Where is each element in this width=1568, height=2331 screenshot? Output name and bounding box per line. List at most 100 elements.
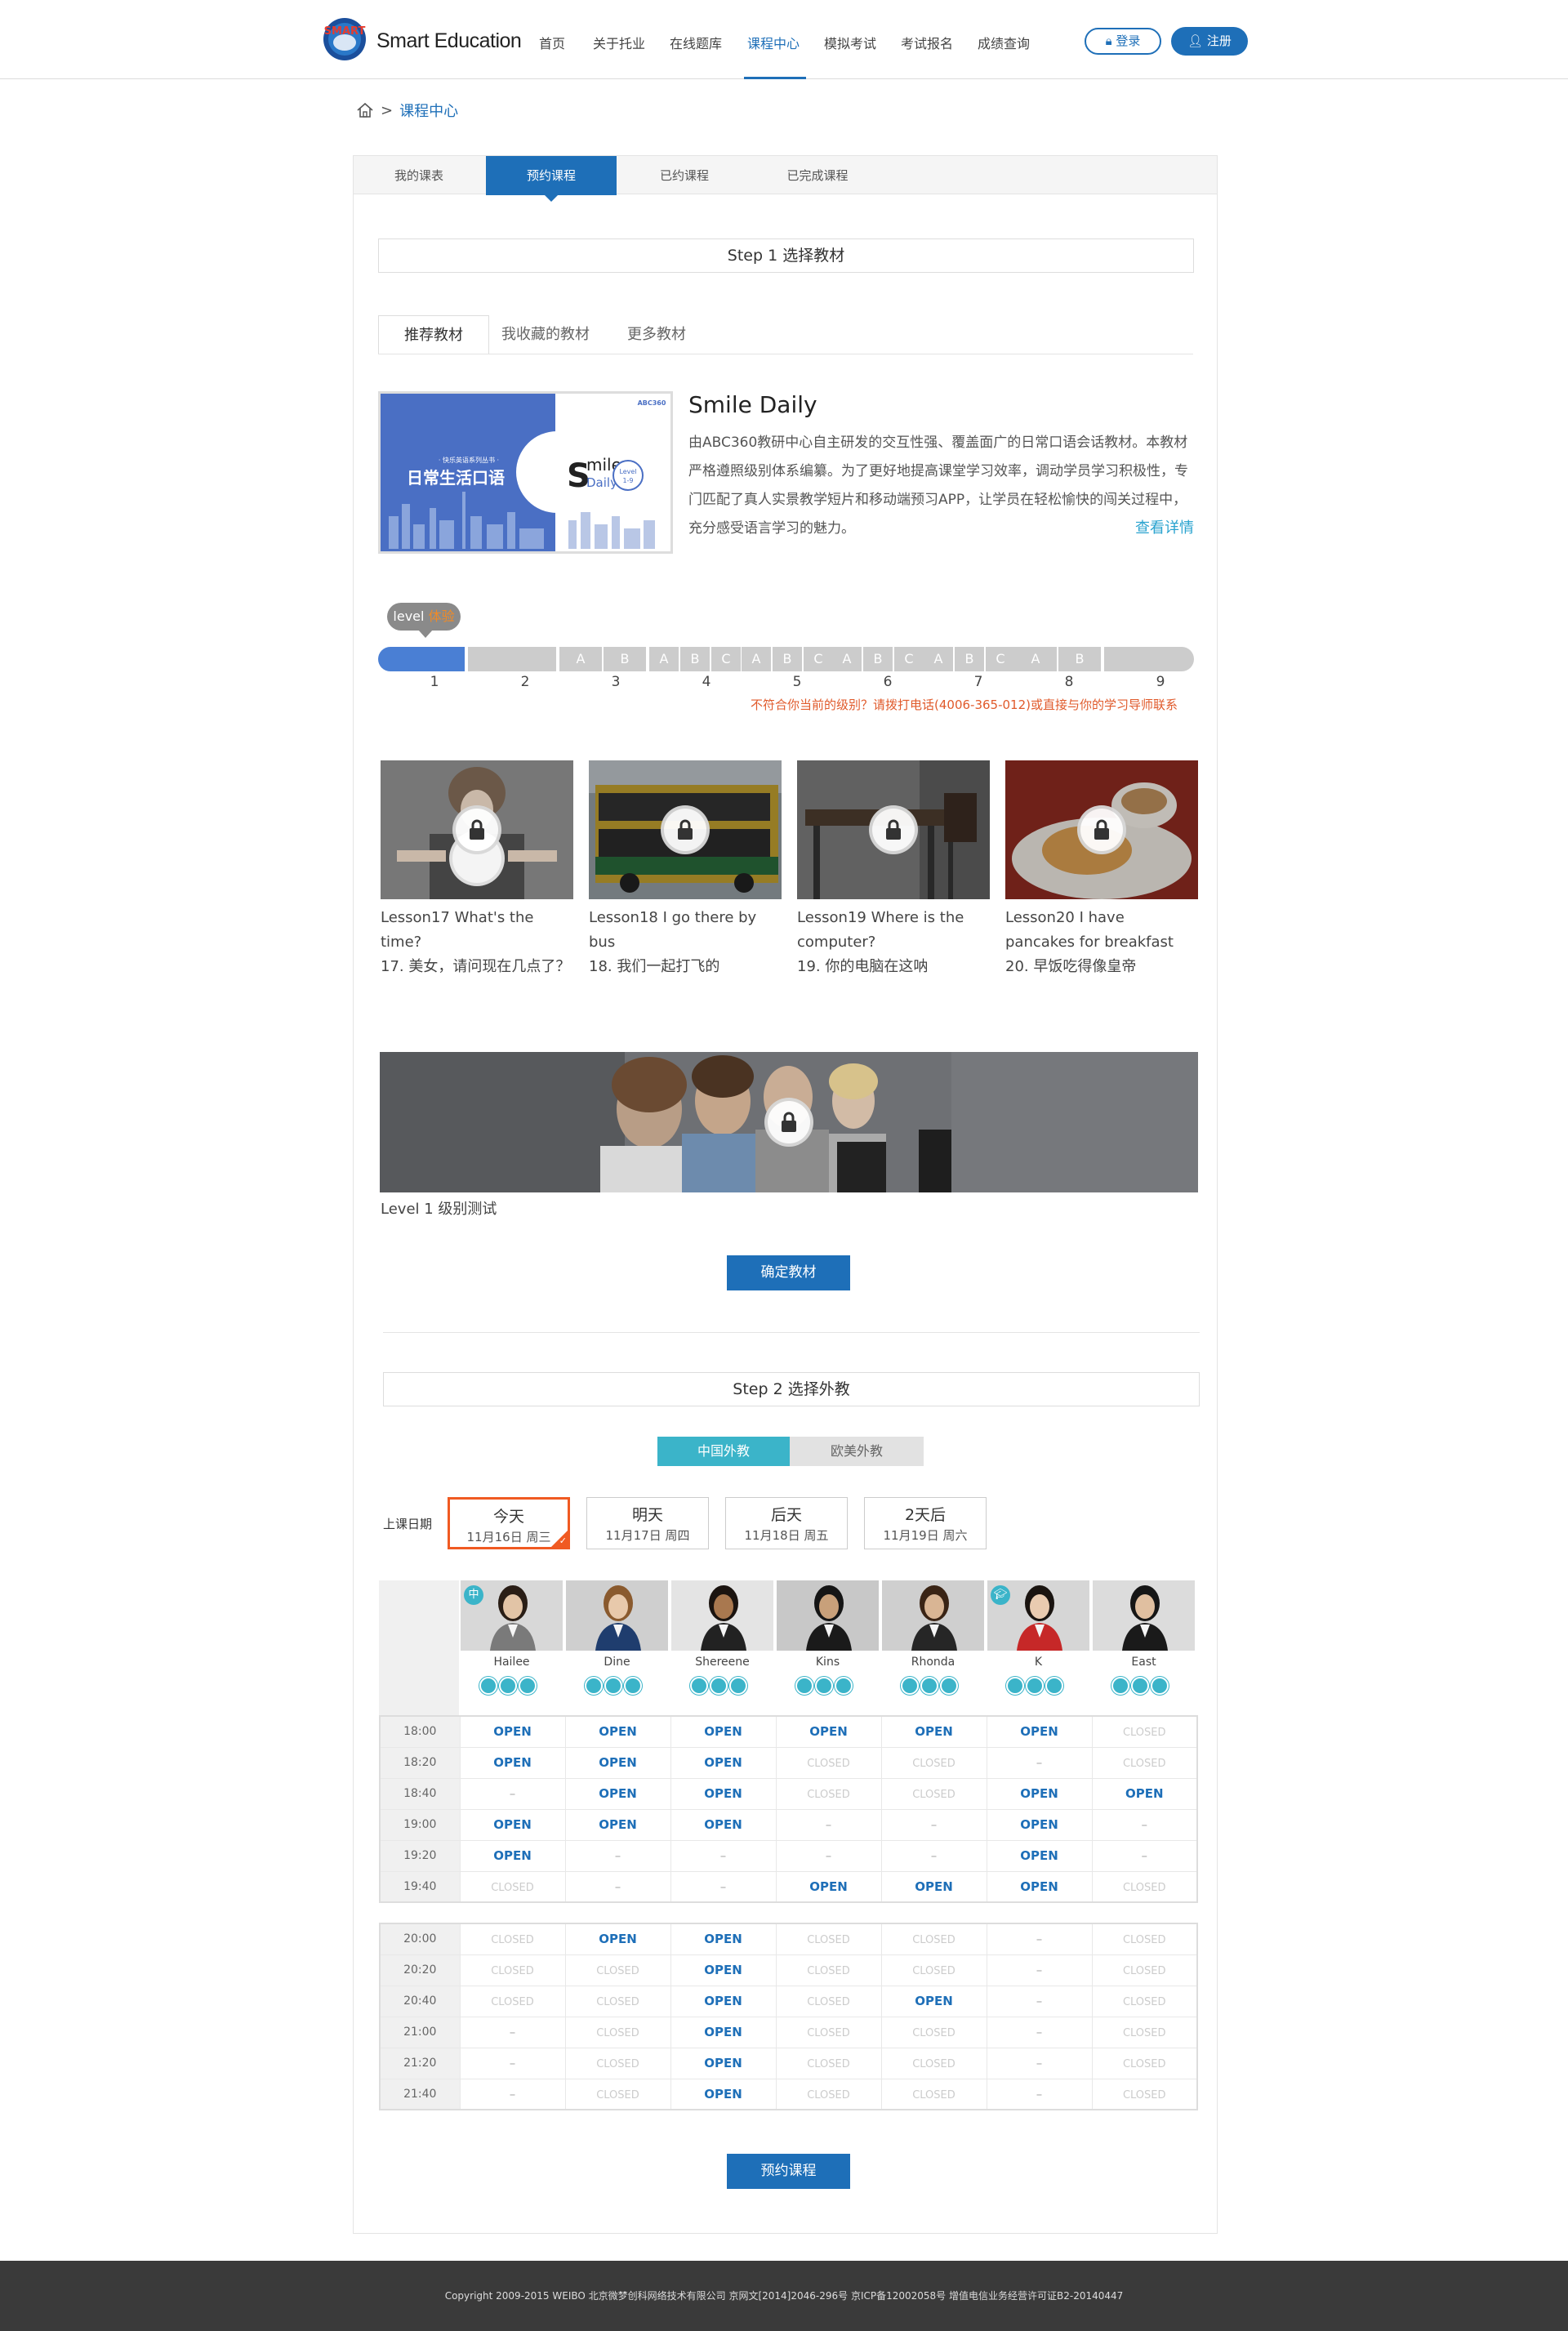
home-icon[interactable] bbox=[356, 101, 374, 119]
level-sublevel-segment[interactable]: B bbox=[1058, 647, 1101, 671]
teacher-photo[interactable] bbox=[671, 1580, 773, 1651]
tab-book-course[interactable]: 预约课程 bbox=[486, 156, 617, 202]
teacher-card[interactable]: K 🎓︎ bbox=[986, 1580, 1089, 1715]
level-sublevel-segment[interactable]: B bbox=[863, 647, 893, 671]
login-button[interactable]: 🔒︎ 登录 bbox=[1085, 28, 1161, 55]
slot-open[interactable]: OPEN bbox=[670, 2078, 776, 2110]
breadcrumb-current[interactable]: 课程中心 bbox=[399, 100, 458, 121]
nav-course-center[interactable]: 课程中心 bbox=[747, 33, 800, 52]
slot-open[interactable]: OPEN bbox=[775, 1870, 881, 1902]
slot-open[interactable]: OPEN bbox=[1091, 1777, 1197, 1809]
smart-logo[interactable]: SMART bbox=[320, 15, 369, 64]
subtab-more[interactable]: 更多教材 bbox=[601, 315, 712, 354]
level-sublevel-segment[interactable]: C bbox=[711, 647, 741, 671]
nav-mock-exam[interactable]: 模拟考试 bbox=[824, 33, 876, 52]
level-sublevel-segment[interactable]: B bbox=[680, 647, 710, 671]
book-course-button[interactable]: 预约课程 bbox=[727, 2154, 850, 2189]
slot-open[interactable]: OPEN bbox=[564, 1746, 670, 1778]
lesson-card[interactable]: Lesson19 Where is the computer? 19. 你的电脑在… bbox=[797, 760, 990, 979]
teacher-card[interactable]: Rhonda bbox=[880, 1580, 984, 1715]
tab-my-schedule[interactable]: 我的课表 bbox=[354, 156, 484, 195]
level-sublevel-segment[interactable]: A bbox=[924, 647, 953, 671]
teacher-photo[interactable] bbox=[882, 1580, 984, 1651]
teacher-card[interactable]: Kins bbox=[775, 1580, 879, 1715]
slot-open[interactable]: OPEN bbox=[459, 1839, 565, 1871]
level-sublevel-segment[interactable]: A bbox=[1014, 647, 1057, 671]
slot-open[interactable]: OPEN bbox=[670, 1715, 776, 1747]
lesson-card[interactable]: Lesson17 What's the time? 17. 美女，请问现在几点了？ bbox=[381, 760, 573, 979]
slot-open[interactable]: OPEN bbox=[564, 1808, 670, 1840]
teacher-card[interactable]: Hailee 中 bbox=[459, 1580, 563, 1715]
date-tomorrow[interactable]: 明天 11月17日 周四 bbox=[586, 1497, 709, 1549]
level-sublevel-segment[interactable]: A bbox=[559, 647, 602, 671]
lesson-card[interactable]: Lesson20 I have pancakes for breakfast 20… bbox=[1005, 760, 1198, 979]
slot-open[interactable]: OPEN bbox=[670, 1746, 776, 1778]
teacher-photo[interactable] bbox=[1093, 1580, 1195, 1651]
level-test-image[interactable] bbox=[380, 1052, 1198, 1192]
slot-open[interactable]: OPEN bbox=[986, 1777, 1092, 1809]
slot-open[interactable]: OPEN bbox=[459, 1746, 565, 1778]
level-sublevel-segment[interactable]: A bbox=[649, 647, 679, 671]
slot-open[interactable]: OPEN bbox=[670, 2047, 776, 2079]
level-sublevel-segment[interactable]: A bbox=[742, 647, 771, 671]
tab-completed-courses[interactable]: 已完成课程 bbox=[752, 156, 883, 195]
slot-open[interactable]: OPEN bbox=[564, 1923, 670, 1954]
level-sublevel-segment[interactable]: C bbox=[894, 647, 924, 671]
book-cover-image[interactable]: · 快乐英语系列丛书 · 日常生活口语 S mile Daily Level 1… bbox=[378, 391, 673, 554]
slot-open[interactable]: OPEN bbox=[880, 1715, 987, 1747]
nav-registration[interactable]: 考试报名 bbox=[901, 33, 953, 52]
brand-name[interactable]: Smart Education bbox=[376, 29, 522, 53]
nav-about[interactable]: 关于托业 bbox=[593, 33, 645, 52]
slot-open[interactable]: OPEN bbox=[880, 1870, 987, 1902]
register-button[interactable]: 👤︎ 注册 bbox=[1171, 27, 1248, 56]
level-sublevel-segment[interactable]: B bbox=[604, 647, 646, 671]
tab-western-teachers[interactable]: 欧美外教 bbox=[790, 1437, 924, 1466]
subtab-recommended[interactable]: 推荐教材 bbox=[378, 315, 489, 354]
slot-open[interactable]: OPEN bbox=[670, 1777, 776, 1809]
slot-open[interactable]: OPEN bbox=[564, 1777, 670, 1809]
nav-score-query[interactable]: 成绩查询 bbox=[978, 33, 1030, 52]
lesson-image[interactable] bbox=[1005, 760, 1198, 899]
teacher-photo[interactable] bbox=[566, 1580, 668, 1651]
level-segment[interactable] bbox=[1104, 647, 1194, 671]
teacher-photo[interactable] bbox=[777, 1580, 879, 1651]
level-segment[interactable] bbox=[468, 647, 556, 671]
lesson-card[interactable]: Lesson18 I go there by bus 18. 我们一起打飞的 bbox=[589, 760, 782, 979]
slot-open[interactable]: OPEN bbox=[670, 1808, 776, 1840]
level-sublevel-segment[interactable]: C bbox=[986, 647, 1015, 671]
lesson-image[interactable] bbox=[797, 760, 990, 899]
level-sublevel-segment[interactable]: C bbox=[804, 647, 833, 671]
slot-open[interactable]: OPEN bbox=[986, 1715, 1092, 1747]
slot-open[interactable]: OPEN bbox=[670, 2016, 776, 2048]
date-day-after[interactable]: 后天 11月18日 周五 bbox=[725, 1497, 848, 1549]
teacher-card[interactable]: East bbox=[1091, 1580, 1195, 1715]
tab-chinese-teachers[interactable]: 中国外教 bbox=[657, 1437, 790, 1466]
level-sublevel-segment[interactable]: B bbox=[773, 647, 802, 671]
level-sublevel-segment[interactable]: A bbox=[832, 647, 862, 671]
lesson-image[interactable] bbox=[381, 760, 573, 899]
level-segment[interactable] bbox=[378, 647, 465, 671]
level-sublevel-segment[interactable]: B bbox=[955, 647, 984, 671]
confirm-textbook-button[interactable]: 确定教材 bbox=[727, 1255, 850, 1290]
slot-open[interactable]: OPEN bbox=[775, 1715, 881, 1747]
nav-question-bank[interactable]: 在线题库 bbox=[670, 33, 722, 52]
teacher-card[interactable]: Shereene bbox=[670, 1580, 773, 1715]
tab-booked-courses[interactable]: 已约课程 bbox=[619, 156, 750, 195]
slot-open[interactable]: OPEN bbox=[880, 1985, 987, 2017]
slot-open[interactable]: OPEN bbox=[564, 1715, 670, 1747]
teacher-card[interactable]: Dine bbox=[564, 1580, 668, 1715]
date-in-two-days[interactable]: 2天后 11月19日 周六 bbox=[864, 1497, 987, 1549]
slot-open[interactable]: OPEN bbox=[670, 1954, 776, 1986]
slot-open[interactable]: OPEN bbox=[459, 1808, 565, 1840]
slot-open[interactable]: OPEN bbox=[459, 1715, 565, 1747]
slot-open[interactable]: OPEN bbox=[986, 1808, 1092, 1840]
lesson-image[interactable] bbox=[589, 760, 782, 899]
slot-open[interactable]: OPEN bbox=[670, 1985, 776, 2017]
slot-open[interactable]: OPEN bbox=[986, 1870, 1092, 1902]
slot-open[interactable]: OPEN bbox=[986, 1839, 1092, 1871]
view-details-link[interactable]: 查看详情 bbox=[1135, 516, 1194, 537]
slot-open[interactable]: OPEN bbox=[670, 1923, 776, 1954]
subtab-favorites[interactable]: 我收藏的教材 bbox=[490, 315, 601, 354]
date-today[interactable]: 今天 11月16日 周三 ✓ bbox=[448, 1497, 570, 1549]
nav-home[interactable]: 首页 bbox=[539, 33, 565, 52]
